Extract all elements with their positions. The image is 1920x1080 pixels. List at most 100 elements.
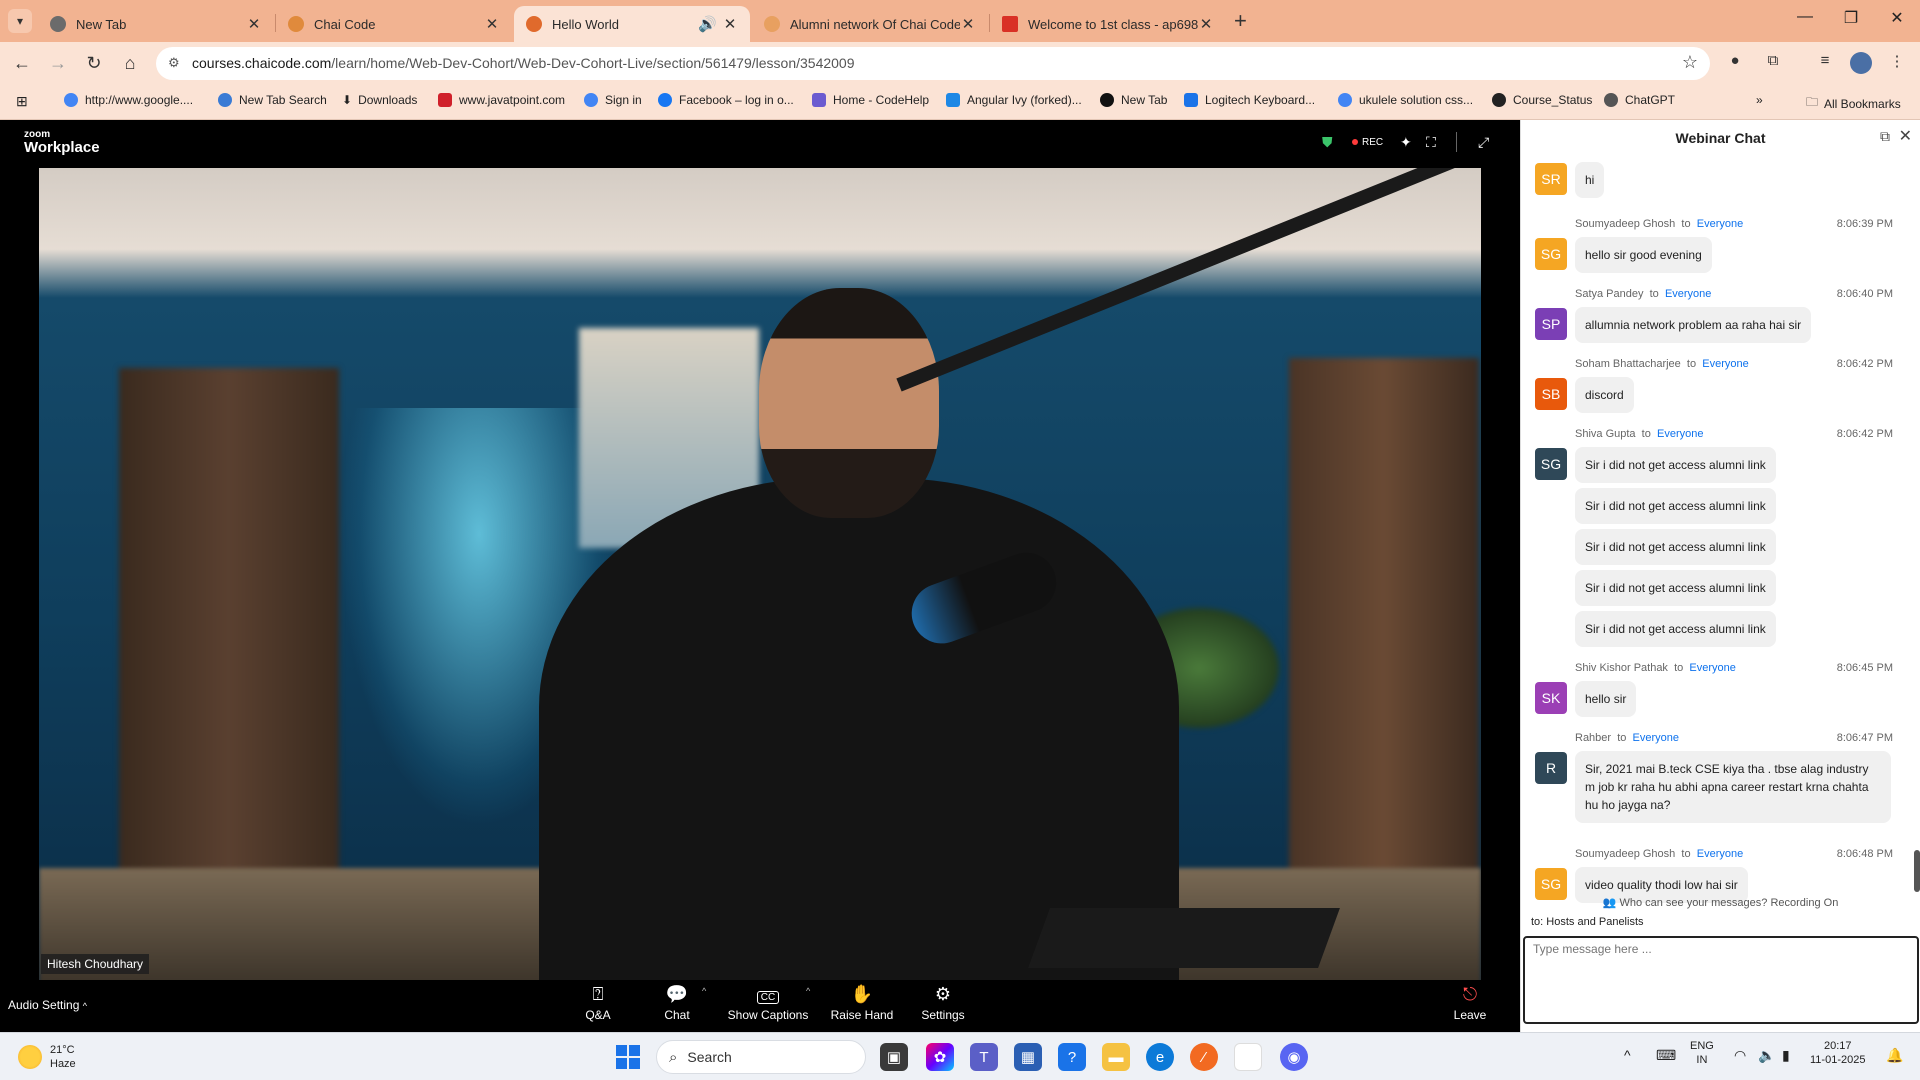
bookmark-item[interactable]: Facebook – log in o... bbox=[658, 93, 794, 107]
recipient-selector[interactable]: to: Hosts and Panelists bbox=[1531, 916, 1644, 928]
bookmark-star-icon[interactable]: ☆ bbox=[1682, 52, 1698, 73]
system-clock[interactable]: 20:17 11-01-2025 bbox=[1810, 1039, 1865, 1068]
close-tab-icon[interactable]: ✕ bbox=[246, 15, 262, 33]
store-icon[interactable]: ▦ bbox=[1014, 1043, 1042, 1071]
bookmark-item[interactable]: www.javatpoint.com bbox=[438, 93, 565, 107]
browser-menu-icon[interactable]: ⋮ bbox=[1886, 52, 1908, 74]
chatgpt-icon bbox=[1604, 93, 1618, 107]
home-button[interactable]: ⌂ bbox=[118, 51, 142, 75]
captions-icon: CC bbox=[718, 980, 818, 1008]
ai-companion-icon[interactable]: ✦ bbox=[1400, 134, 1412, 151]
task-view-icon[interactable]: ▣ bbox=[880, 1043, 908, 1071]
chat-message-input[interactable] bbox=[1523, 936, 1919, 1024]
taskbar-search[interactable]: ⌕ Search bbox=[656, 1040, 866, 1074]
bookmark-item[interactable]: Sign in bbox=[584, 93, 642, 107]
apps-grid-icon[interactable]: ⊞ bbox=[16, 93, 28, 110]
view-layout-icon[interactable]: ⛶ bbox=[1426, 134, 1436, 151]
close-window-button[interactable]: ✕ bbox=[1874, 8, 1920, 28]
bookmark-item[interactable]: ⬇ Downloads bbox=[342, 93, 417, 107]
bookmark-item[interactable]: Home - CodeHelp bbox=[812, 93, 929, 107]
chat-scrollbar[interactable] bbox=[1914, 850, 1920, 892]
bookmark-item[interactable]: New Tab Search bbox=[218, 93, 327, 107]
recipient-link[interactable]: Everyone bbox=[1657, 428, 1703, 440]
copilot-icon[interactable]: ✿ bbox=[926, 1043, 954, 1071]
recipient-link[interactable]: Everyone bbox=[1697, 848, 1743, 860]
edge-icon[interactable]: e bbox=[1146, 1043, 1174, 1071]
bookmarks-bar: ⊞ http://www.google.... New Tab Search ⬇… bbox=[0, 84, 1920, 120]
back-button[interactable]: ← bbox=[10, 51, 34, 75]
all-bookmarks-button[interactable]: 🗀 All Bookmarks bbox=[1806, 93, 1901, 114]
close-icon[interactable]: ✕ bbox=[1899, 126, 1912, 146]
forward-button[interactable]: → bbox=[46, 51, 70, 75]
wifi-icon[interactable]: ◠ bbox=[1734, 1047, 1746, 1064]
discord-icon[interactable]: ◉ bbox=[1280, 1043, 1308, 1071]
close-tab-icon[interactable]: ✕ bbox=[960, 15, 976, 33]
show-hidden-icons-chevron-icon[interactable]: ^ bbox=[1624, 1047, 1631, 1063]
extensions-puzzle-icon[interactable]: ⧉ bbox=[1762, 52, 1784, 74]
close-tab-icon[interactable]: ✕ bbox=[1198, 15, 1214, 33]
qa-button[interactable]: ⍰ Q&A bbox=[558, 980, 638, 1022]
recipient-link[interactable]: Everyone bbox=[1665, 288, 1711, 300]
help-icon[interactable]: ? bbox=[1058, 1043, 1086, 1071]
message-time: 8:06:48 PM bbox=[1836, 848, 1893, 860]
show-captions-button[interactable]: CC Show Captions bbox=[718, 980, 818, 1022]
tab-search-button[interactable]: ▾ bbox=[8, 9, 32, 33]
language-indicator[interactable]: ENG IN bbox=[1690, 1039, 1714, 1068]
bookmarks-overflow-icon[interactable]: » bbox=[1756, 93, 1763, 107]
file-explorer-icon[interactable]: ▬ bbox=[1102, 1043, 1130, 1071]
security-shield-icon[interactable]: ⛊ bbox=[1322, 134, 1333, 151]
url-bar[interactable]: ⚙ courses.chaicode.com/learn/home/Web-De… bbox=[156, 47, 1710, 80]
browser-tab[interactable]: New Tab ✕ bbox=[38, 6, 274, 42]
media-controls-icon[interactable]: ≡ bbox=[1814, 52, 1836, 74]
bookmark-item[interactable]: http://www.google.... bbox=[64, 93, 193, 107]
profile-avatar[interactable] bbox=[1850, 52, 1872, 74]
battery-icon[interactable]: ▮ bbox=[1782, 1047, 1790, 1064]
github-icon bbox=[1492, 93, 1506, 107]
minimize-button[interactable]: — bbox=[1782, 8, 1828, 26]
volume-icon[interactable]: 🔈 bbox=[1758, 1047, 1775, 1064]
bookmark-item[interactable]: Angular Ivy (forked)... bbox=[946, 93, 1082, 107]
bookmark-item[interactable]: Logitech Keyboard... bbox=[1184, 93, 1315, 107]
reload-button[interactable]: ↻ bbox=[82, 51, 106, 75]
bookmark-item[interactable]: Course_Status bbox=[1492, 93, 1592, 107]
recipient-link[interactable]: Everyone bbox=[1689, 662, 1735, 674]
leave-button[interactable]: ⎋ Leave bbox=[1440, 980, 1500, 1022]
settings-button[interactable]: ⚙ Settings bbox=[903, 980, 983, 1022]
folder-icon: 🗀 bbox=[1806, 95, 1819, 109]
chat-options-chevron-icon[interactable]: ^ bbox=[702, 986, 706, 996]
chat-message-list[interactable]: SR hi Soumyadeep Ghosh to Everyone 8:06:… bbox=[1521, 158, 1913, 958]
chrome-icon[interactable] bbox=[1234, 1043, 1262, 1071]
close-tab-icon[interactable]: ✕ bbox=[484, 15, 500, 33]
raise-hand-button[interactable]: ✋ Raise Hand bbox=[822, 980, 902, 1022]
windows-start-button[interactable] bbox=[616, 1045, 640, 1069]
app-icon[interactable]: ⁄ bbox=[1190, 1043, 1218, 1071]
message-meta: Rahber to Everyone bbox=[1575, 732, 1679, 744]
recipient-link[interactable]: Everyone bbox=[1697, 218, 1743, 230]
site-info-icon[interactable]: ⚙ bbox=[168, 55, 184, 71]
notifications-bell-icon[interactable]: 🔔 bbox=[1886, 1047, 1903, 1064]
audio-playing-icon[interactable]: 🔊 bbox=[698, 15, 717, 33]
fullscreen-icon[interactable]: ⤢ bbox=[1478, 134, 1489, 151]
popout-icon[interactable]: ⧉ bbox=[1880, 128, 1890, 145]
bookmark-item[interactable]: New Tab bbox=[1100, 93, 1167, 107]
tab-title: Chai Code bbox=[314, 16, 376, 32]
teams-icon[interactable]: T bbox=[970, 1043, 998, 1071]
extension-icon[interactable]: ● bbox=[1724, 52, 1746, 74]
close-tab-icon[interactable]: ✕ bbox=[722, 15, 738, 33]
browser-tab[interactable]: Alumni network Of Chai Code ✕ bbox=[752, 6, 988, 42]
browser-tab-active[interactable]: Hello World 🔊 ✕ bbox=[514, 6, 750, 42]
keyboard-icon[interactable]: ⌨ bbox=[1656, 1047, 1676, 1064]
browser-tab[interactable]: Chai Code ✕ bbox=[276, 6, 512, 42]
privacy-note[interactable]: 👥 Who can see your messages? Recording O… bbox=[1521, 896, 1920, 909]
audio-setting-button[interactable]: Audio Setting ^ bbox=[8, 998, 87, 1012]
captions-options-chevron-icon[interactable]: ^ bbox=[806, 986, 810, 996]
browser-tab[interactable]: Welcome to 1st class - ap6988 ✕ bbox=[990, 6, 1226, 42]
chrome-dark-icon bbox=[1100, 93, 1114, 107]
weather-widget[interactable]: 21°C Haze bbox=[18, 1043, 76, 1072]
recipient-link[interactable]: Everyone bbox=[1702, 358, 1748, 370]
new-tab-button[interactable]: + bbox=[1234, 8, 1247, 34]
restore-button[interactable]: ❐ bbox=[1828, 8, 1874, 28]
bookmark-item[interactable]: ChatGPT bbox=[1604, 93, 1675, 107]
bookmark-item[interactable]: ukulele solution css... bbox=[1338, 93, 1473, 107]
recipient-link[interactable]: Everyone bbox=[1633, 732, 1679, 744]
